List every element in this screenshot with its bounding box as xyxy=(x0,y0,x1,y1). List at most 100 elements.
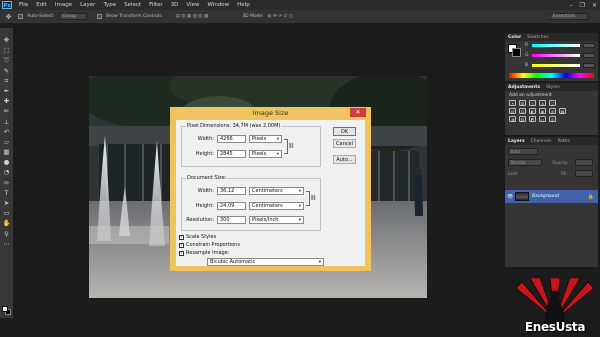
dialog-close-button[interactable]: ✕ xyxy=(350,108,366,117)
vibrance-icon[interactable]: ▽ xyxy=(549,100,556,106)
brightness-icon[interactable]: ☀ xyxy=(509,100,516,106)
color-background-swatch[interactable] xyxy=(512,48,521,57)
doc-width-unit-select[interactable]: Centimeters ▾ xyxy=(249,187,304,195)
menu-select[interactable]: Select xyxy=(120,0,145,10)
gradient-icon[interactable]: ▦ xyxy=(2,148,11,156)
quick-select-icon[interactable]: ✎ xyxy=(2,67,11,75)
menu-filter[interactable]: Filter xyxy=(145,0,167,10)
red-slider[interactable] xyxy=(532,44,580,47)
resample-method-select[interactable]: Bicubic Automatic ▾ xyxy=(207,258,324,266)
layer-filter-kind[interactable]: Kind xyxy=(508,148,538,155)
pixel-height-input[interactable]: 2845 xyxy=(217,150,246,158)
color-lookup-icon[interactable]: ▦ xyxy=(559,108,566,114)
fill-field[interactable] xyxy=(575,170,593,177)
doc-height-unit-select[interactable]: Centimeters ▾ xyxy=(249,202,304,210)
resample-image-checkbox[interactable]: ✓ xyxy=(179,250,184,256)
minimize-icon[interactable]: – xyxy=(570,2,573,9)
layer-background[interactable]: 👁 Background 🔒 xyxy=(505,190,598,203)
threshold-icon[interactable]: ◩ xyxy=(529,116,536,122)
tab-swatches[interactable]: Swatches xyxy=(527,35,549,40)
tab-styles[interactable]: Styles xyxy=(546,85,560,90)
menu-file[interactable]: File xyxy=(15,0,32,10)
lasso-icon[interactable]: ➰ xyxy=(2,56,11,64)
resolution-unit-select[interactable]: Pixels/Inch ▾ xyxy=(249,216,304,224)
photo-filter-icon[interactable]: ◉ xyxy=(539,108,546,114)
tab-channels[interactable]: Channels xyxy=(531,139,552,144)
eye-icon[interactable]: 👁 xyxy=(505,194,515,200)
healing-icon[interactable]: ✚ xyxy=(2,97,11,105)
type-icon[interactable]: T xyxy=(2,189,11,197)
tab-paths[interactable]: Paths xyxy=(557,139,569,144)
eraser-icon[interactable]: ▱ xyxy=(2,138,11,146)
red-value-field[interactable] xyxy=(583,43,595,48)
black-white-icon[interactable]: ◧ xyxy=(529,108,536,114)
path-select-icon[interactable]: ➤ xyxy=(2,199,11,207)
brush-icon[interactable]: ✏ xyxy=(2,107,11,115)
constrain-proportions-row[interactable]: ✓ Constrain Proportions xyxy=(179,242,240,248)
posterize-icon[interactable]: ▧ xyxy=(519,116,526,122)
eyedropper-icon[interactable]: ✒ xyxy=(2,87,11,95)
tab-color[interactable]: Color xyxy=(508,35,521,40)
color-balance-icon[interactable]: ⚖ xyxy=(519,108,526,114)
blend-mode-dropdown[interactable]: Normal xyxy=(508,159,542,166)
tab-adjustments[interactable]: Adjustments xyxy=(508,85,540,90)
curves-icon[interactable]: ∿ xyxy=(529,100,536,106)
resample-image-row[interactable]: ✓ Resample Image: xyxy=(179,250,229,256)
menu-type[interactable]: Type xyxy=(99,0,120,10)
blur-icon[interactable]: ● xyxy=(2,158,11,166)
green-slider[interactable] xyxy=(532,54,580,57)
menu-3d[interactable]: 3D xyxy=(167,0,183,10)
scale-styles-checkbox[interactable]: ✓ xyxy=(179,234,184,240)
marquee-icon[interactable]: ⬚ xyxy=(2,46,11,54)
auto-button[interactable]: Auto... xyxy=(333,155,356,164)
zoom-icon[interactable]: ⚲ xyxy=(2,230,11,238)
menu-edit[interactable]: Edit xyxy=(32,0,51,10)
color-swatches[interactable] xyxy=(2,306,12,316)
menu-image[interactable]: Image xyxy=(51,0,76,10)
cancel-button[interactable]: Cancel xyxy=(333,139,356,148)
auto-select-checkbox[interactable] xyxy=(18,14,23,19)
menu-window[interactable]: Window xyxy=(203,0,233,10)
hand-icon[interactable]: ✋ xyxy=(2,219,11,227)
blue-slider[interactable] xyxy=(532,64,580,67)
pixel-width-unit-select[interactable]: Pixels ▾ xyxy=(249,135,282,143)
close-icon[interactable]: ✕ xyxy=(592,2,597,9)
scale-styles-row[interactable]: ✓ Scale Styles xyxy=(179,234,216,240)
auto-select-dropdown[interactable]: Group xyxy=(58,13,87,20)
show-transform-checkbox[interactable] xyxy=(96,14,102,19)
gradient-map-icon[interactable]: ▭ xyxy=(539,116,546,122)
opacity-field[interactable] xyxy=(575,159,593,166)
constrain-proportions-checkbox[interactable]: ✓ xyxy=(179,242,184,248)
dodge-icon[interactable]: ◔ xyxy=(2,168,11,176)
move-tool-icon[interactable]: ✥ xyxy=(3,12,14,21)
align-icons[interactable]: ▤ ▥ ▦ ▧ ▨ ▩ xyxy=(176,14,209,19)
move-icon[interactable]: ✥ xyxy=(2,36,11,44)
selective-color-icon[interactable]: ◎ xyxy=(549,116,556,122)
pixel-height-unit-select[interactable]: Pixels ▾ xyxy=(249,150,282,158)
exposure-icon[interactable]: ± xyxy=(539,100,546,106)
pixel-width-input[interactable]: 4266 xyxy=(217,135,246,143)
resolution-input[interactable]: 300 xyxy=(217,216,246,224)
menu-help[interactable]: Help xyxy=(233,0,254,10)
3d-mode-icons[interactable]: ◐ ✥ ⟳ ⇄ ◫ xyxy=(268,14,293,19)
ok-button[interactable]: OK xyxy=(333,127,356,136)
clone-stamp-icon[interactable]: ⊥ xyxy=(2,118,11,126)
invert-icon[interactable]: ◑ xyxy=(509,116,516,122)
history-brush-icon[interactable]: ↶ xyxy=(2,128,11,136)
doc-width-input[interactable]: 36,12 xyxy=(217,187,246,195)
pen-icon[interactable]: ✑ xyxy=(2,179,11,187)
color-spectrum-bar[interactable] xyxy=(509,73,594,78)
hue-saturation-icon[interactable]: ▤ xyxy=(509,108,516,114)
channel-mixer-icon[interactable]: ⊕ xyxy=(549,108,556,114)
menu-layer[interactable]: Layer xyxy=(76,0,99,10)
blue-value-field[interactable] xyxy=(583,63,595,68)
foreground-color-swatch[interactable] xyxy=(2,306,8,312)
tab-layers[interactable]: Layers xyxy=(508,139,525,144)
restore-icon[interactable]: ❐ xyxy=(580,2,585,9)
green-value-field[interactable] xyxy=(583,53,595,58)
dialog-titlebar[interactable]: Image Size ✕ xyxy=(170,107,371,119)
shape-icon[interactable]: ▭ xyxy=(2,209,11,217)
workspace-dropdown[interactable]: Essentials xyxy=(550,13,588,20)
menu-view[interactable]: View xyxy=(182,0,203,10)
levels-icon[interactable]: ▥ xyxy=(519,100,526,106)
